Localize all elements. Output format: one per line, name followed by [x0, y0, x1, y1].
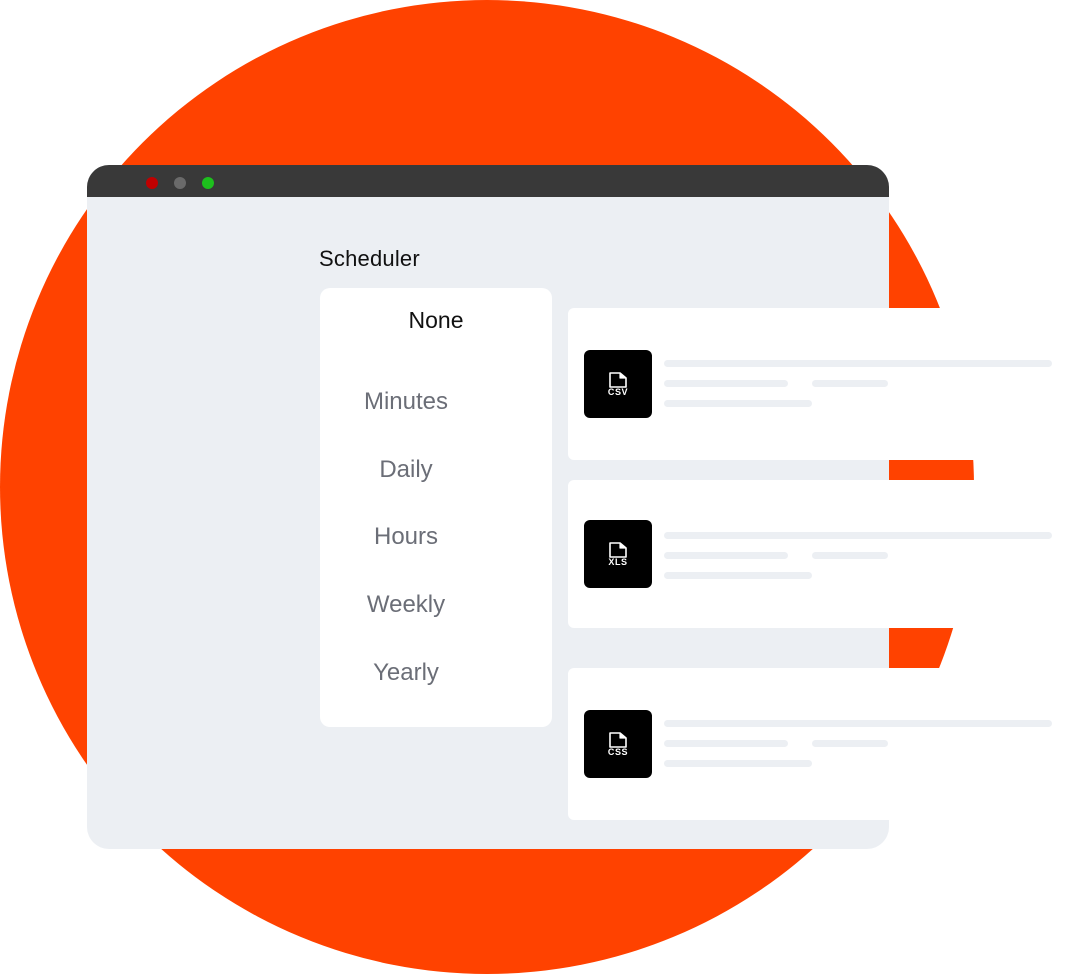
placeholder-line	[664, 740, 788, 747]
placeholder-line	[664, 532, 1052, 539]
file-card-css[interactable]: CSS	[568, 668, 1068, 820]
file-type-label: CSV	[607, 387, 629, 397]
document-glyph-icon	[609, 372, 627, 388]
schedule-option-yearly[interactable]: Yearly	[320, 659, 492, 687]
placeholder-line	[812, 552, 888, 559]
placeholder-line	[664, 360, 1052, 367]
placeholder-line	[664, 572, 812, 579]
maximize-window-dot[interactable]	[202, 177, 214, 189]
placeholder-line	[812, 740, 888, 747]
schedule-options-list: None Minutes Daily Hours Weekly Yearly	[320, 288, 552, 727]
window-titlebar	[87, 165, 889, 197]
minimize-window-dot[interactable]	[174, 177, 186, 189]
schedule-option-daily[interactable]: Daily	[320, 456, 492, 484]
css-file-icon: CSS	[584, 710, 652, 778]
placeholder-line	[664, 720, 1052, 727]
placeholder-line	[664, 760, 812, 767]
file-type-label: CSS	[607, 747, 629, 757]
document-glyph-icon	[609, 732, 627, 748]
file-type-label: XLS	[608, 557, 628, 567]
csv-file-icon: CSV	[584, 350, 652, 418]
schedule-option-none[interactable]: None	[320, 307, 552, 334]
schedule-option-hours[interactable]: Hours	[320, 523, 492, 551]
placeholder-line	[664, 380, 788, 387]
placeholder-line	[812, 380, 888, 387]
xls-file-icon: XLS	[584, 520, 652, 588]
file-card-csv[interactable]: CSV	[568, 308, 1068, 460]
placeholder-line	[664, 400, 812, 407]
document-glyph-icon	[609, 542, 627, 558]
scheduler-title: Scheduler	[319, 246, 420, 271]
schedule-option-minutes[interactable]: Minutes	[320, 388, 492, 416]
schedule-option-weekly[interactable]: Weekly	[320, 591, 492, 619]
placeholder-line	[664, 552, 788, 559]
file-card-xls[interactable]: XLS	[568, 480, 1068, 628]
close-window-dot[interactable]	[146, 177, 158, 189]
